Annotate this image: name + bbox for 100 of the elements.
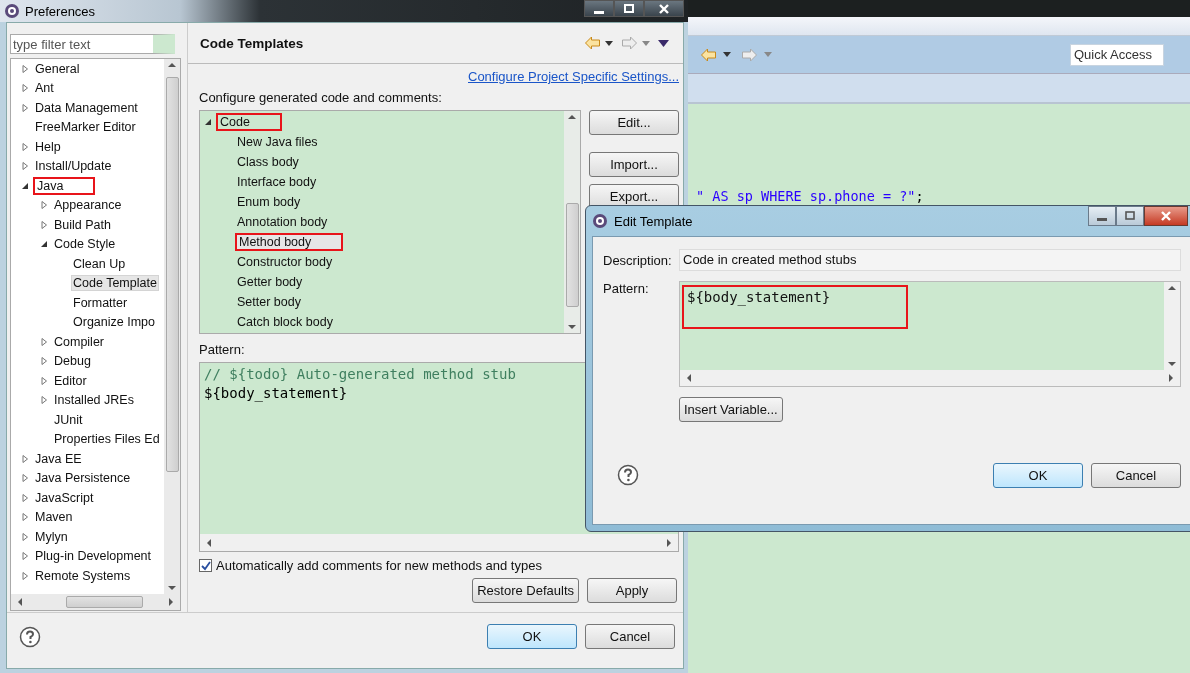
minimize-button[interactable] (1088, 206, 1116, 226)
description-label: Description: (603, 252, 673, 268)
section-label: Configure generated code and comments: (199, 90, 443, 105)
expand-triangle-icon[interactable] (21, 474, 29, 483)
expand-triangle-icon[interactable] (40, 396, 48, 405)
expand-triangle-icon[interactable] (40, 201, 48, 210)
insert-variable-button[interactable]: Insert Variable... (679, 397, 783, 422)
tree-item[interactable]: Help (33, 138, 63, 155)
tree-item[interactable]: Ant (33, 80, 56, 97)
window-title: Edit Template (614, 213, 693, 229)
tree-item[interactable]: Appearance (52, 197, 124, 214)
help-icon[interactable] (19, 625, 41, 648)
tree-item[interactable]: JUnit (52, 411, 85, 428)
dialog-button[interactable]: Cancel (585, 624, 675, 649)
tree-item[interactable]: Plug-in Development (33, 548, 154, 565)
tree-item[interactable]: Organize Impo (71, 314, 157, 331)
tree-item[interactable]: Annotation body (235, 214, 330, 230)
scrollbar[interactable] (564, 111, 580, 333)
tree-item[interactable]: General (33, 60, 82, 77)
configure-link[interactable]: Configure Project Specific Settings... (468, 69, 679, 84)
view-menu-icon[interactable] (658, 39, 669, 47)
page-action-button[interactable]: Restore Defaults (472, 578, 579, 603)
tree-item[interactable]: Code (216, 113, 282, 131)
expand-triangle-icon[interactable] (21, 64, 29, 73)
tree-item[interactable]: Java EE (33, 450, 84, 467)
page-action-button[interactable]: Apply (587, 578, 677, 603)
tree-item[interactable]: Catch block body (235, 314, 335, 330)
expand-triangle-icon[interactable] (21, 513, 29, 522)
tree-item[interactable]: Constructor body (235, 254, 335, 270)
forward-arrow-icon[interactable] (621, 36, 638, 50)
page-title: Code Templates (200, 35, 304, 51)
expand-triangle-icon[interactable] (21, 103, 29, 112)
expand-triangle-icon[interactable] (40, 220, 48, 229)
tree-item[interactable]: Clean Up (71, 255, 128, 272)
expand-triangle-icon[interactable] (21, 532, 29, 541)
tree-item[interactable]: Java (33, 176, 96, 195)
maximize-button[interactable] (1116, 206, 1144, 226)
tree-item[interactable]: Mylyn (33, 528, 70, 545)
expand-triangle-icon[interactable] (40, 376, 48, 385)
expand-triangle-icon[interactable] (21, 142, 29, 151)
tree-item[interactable]: Interface body (235, 174, 319, 190)
template-action-button[interactable]: Import... (589, 152, 679, 177)
quick-access-field[interactable]: Quick Access (1070, 43, 1164, 66)
tree-item[interactable]: Code Style (52, 236, 118, 253)
tree-item[interactable]: Maven (33, 509, 75, 526)
expand-triangle-icon[interactable] (21, 493, 29, 502)
tree-item[interactable]: Code Template (71, 275, 159, 292)
tree-item[interactable]: Enum body (235, 194, 303, 210)
scrollbar[interactable] (11, 594, 180, 610)
tree-item[interactable]: Getter body (235, 274, 305, 290)
dialog-button[interactable]: Cancel (1091, 462, 1181, 488)
template-action-button[interactable]: Edit... (589, 110, 679, 135)
tree-item[interactable]: JavaScript (33, 489, 96, 506)
expand-triangle-icon[interactable] (21, 571, 29, 580)
dialog-button[interactable]: OK (487, 624, 577, 649)
expand-triangle-icon[interactable] (40, 357, 48, 366)
tree-item[interactable]: Compiler (52, 333, 106, 350)
tree-item[interactable]: Remote Systems (33, 567, 133, 584)
description-field[interactable]: Code in created method stubs (679, 249, 1181, 271)
tree-item[interactable]: FreeMarker Editor (33, 119, 138, 136)
expand-triangle-icon[interactable] (21, 552, 29, 561)
pattern-editor[interactable]: ${body_statement} (679, 281, 1181, 387)
tree-item[interactable]: Install/Update (33, 158, 114, 175)
dropdown-caret-icon[interactable] (723, 52, 731, 57)
close-button[interactable] (644, 0, 684, 17)
filter-field[interactable]: type filter text (10, 34, 175, 54)
maximize-icon (623, 2, 635, 15)
expand-triangle-icon[interactable] (21, 162, 29, 171)
tree-item[interactable]: Debug (52, 353, 93, 370)
scrollbar[interactable] (164, 59, 180, 594)
tree-item[interactable]: Method body (235, 233, 344, 251)
minimize-button[interactable] (584, 0, 614, 17)
collapse-triangle-icon[interactable] (204, 118, 212, 126)
maximize-button[interactable] (614, 0, 644, 17)
forward-arrow-icon[interactable] (741, 47, 758, 62)
tree-item[interactable]: Formatter (71, 294, 130, 311)
checkbox[interactable] (199, 559, 212, 572)
close-button[interactable] (1144, 206, 1188, 226)
tree-item[interactable]: New Java files (235, 134, 320, 150)
tree-item[interactable]: Java Persistence (33, 470, 133, 487)
code-text: ; (915, 188, 924, 204)
tree-item[interactable]: Editor (52, 372, 89, 389)
collapse-triangle-icon[interactable] (40, 240, 48, 249)
back-arrow-icon[interactable] (700, 47, 717, 62)
code-text: ${body_statement} (204, 384, 349, 403)
help-icon[interactable] (617, 464, 639, 486)
dialog-button[interactable]: OK (993, 462, 1083, 488)
tree-item[interactable]: Properties Files Ed (52, 431, 162, 448)
dropdown-caret-icon[interactable] (605, 40, 613, 46)
tree-item[interactable]: Data Management (33, 99, 140, 116)
maximize-icon (1124, 210, 1136, 222)
collapse-triangle-icon[interactable] (21, 181, 29, 190)
tree-item[interactable]: Class body (235, 154, 301, 170)
code-text: " AS sp WHERE sp.phone = ?" (696, 188, 916, 204)
expand-triangle-icon[interactable] (21, 84, 29, 93)
expand-triangle-icon[interactable] (21, 454, 29, 463)
tree-item[interactable]: Setter body (235, 294, 303, 310)
tree-item[interactable]: Installed JREs (52, 392, 136, 409)
expand-triangle-icon[interactable] (40, 337, 48, 346)
tree-item[interactable]: Build Path (52, 216, 113, 233)
